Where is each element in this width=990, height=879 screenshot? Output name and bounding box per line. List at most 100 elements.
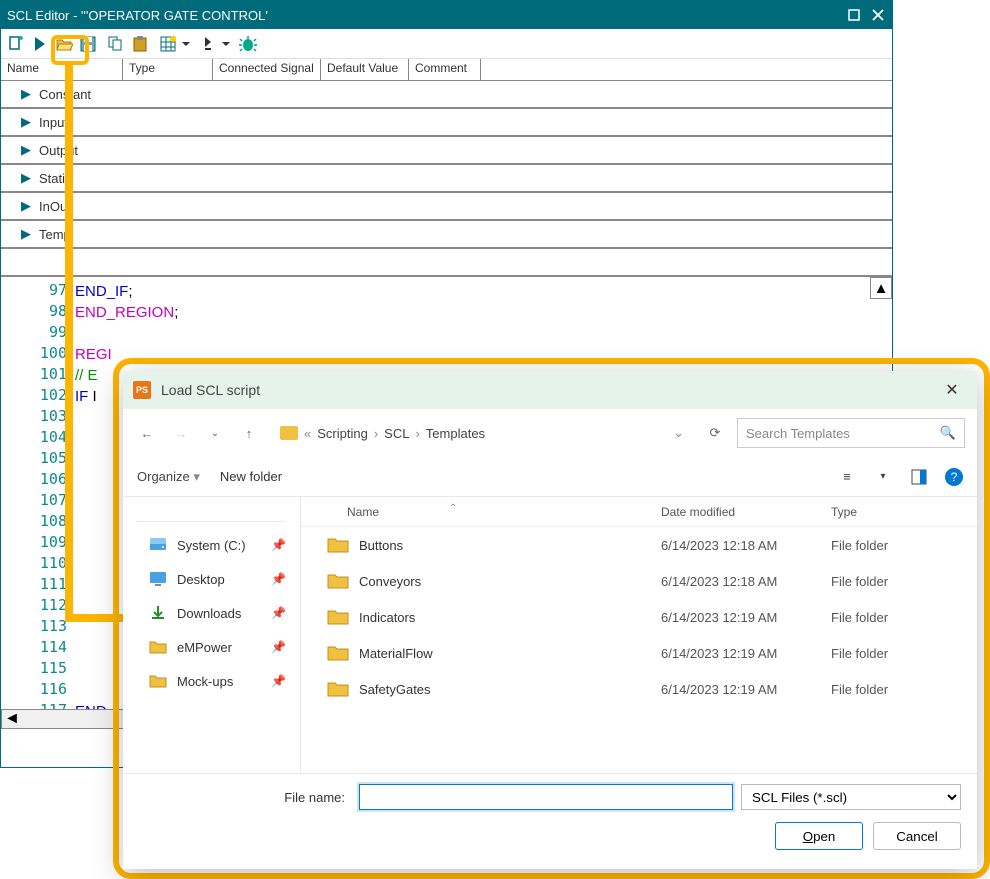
- folder-icon: [327, 536, 349, 554]
- paste-icon[interactable]: [129, 33, 151, 55]
- expand-icon[interactable]: ▶: [21, 142, 31, 158]
- breadcrumb-item[interactable]: Scripting: [317, 426, 368, 441]
- pin-icon[interactable]: 📌: [271, 606, 286, 620]
- pin-icon[interactable]: 📌: [271, 572, 286, 586]
- folder-icon: [327, 572, 349, 590]
- breadcrumb-item[interactable]: SCL: [384, 426, 409, 441]
- pin-icon[interactable]: 📌: [271, 538, 286, 552]
- file-type: File folder: [831, 538, 961, 553]
- dialog-toolbar: Organize New folder ≡ ▾ ?: [123, 457, 977, 497]
- open-button[interactable]: Open: [775, 822, 863, 850]
- expand-icon[interactable]: ▶: [21, 86, 31, 102]
- step-dropdown-icon[interactable]: [221, 33, 231, 55]
- blank-row: [1, 249, 892, 277]
- save-icon[interactable]: [77, 33, 99, 55]
- group-row[interactable]: ▶InOut: [1, 193, 892, 221]
- filetype-select[interactable]: SCL Files (*.scl): [741, 784, 961, 810]
- col-date[interactable]: Date modified: [661, 505, 831, 519]
- file-row[interactable]: Buttons6/14/2023 12:18 AMFile folder: [301, 527, 977, 563]
- folder-icon: [327, 644, 349, 662]
- maximize-button[interactable]: [846, 7, 862, 23]
- file-list: Name⌃ Date modified Type Buttons6/14/202…: [301, 497, 977, 773]
- file-row[interactable]: MaterialFlow6/14/2023 12:19 AMFile folde…: [301, 635, 977, 671]
- search-icon: 🔍: [940, 425, 956, 441]
- pin-icon[interactable]: 📌: [271, 674, 286, 688]
- col-name[interactable]: Name⌃: [317, 505, 661, 519]
- drive-icon: [149, 536, 167, 554]
- group-row[interactable]: ▶Temp: [1, 221, 892, 249]
- file-row[interactable]: Indicators6/14/2023 12:19 AMFile folder: [301, 599, 977, 635]
- debug-icon[interactable]: [237, 33, 259, 55]
- forward-button[interactable]: →: [169, 421, 193, 445]
- view-dropdown-icon[interactable]: ▾: [873, 467, 893, 487]
- folder-icon: [149, 638, 167, 656]
- view-list-icon[interactable]: ≡: [837, 467, 857, 487]
- sidebar-item[interactable]: Desktop📌: [123, 562, 300, 596]
- refresh-button[interactable]: ⟳: [703, 421, 727, 445]
- breadcrumb-item[interactable]: Templates: [426, 426, 485, 441]
- col-name[interactable]: Name: [1, 59, 123, 80]
- sidebar-item[interactable]: eMPower 📌: [123, 630, 300, 664]
- file-row[interactable]: Conveyors6/14/2023 12:18 AMFile folder: [301, 563, 977, 599]
- expand-icon[interactable]: ▶: [21, 226, 31, 242]
- expand-icon[interactable]: ▶: [21, 170, 31, 186]
- filename-input[interactable]: [359, 784, 733, 810]
- open-icon[interactable]: [53, 33, 75, 55]
- back-button[interactable]: ←: [135, 421, 159, 445]
- organize-button[interactable]: Organize: [137, 469, 200, 485]
- group-row[interactable]: ▶ Input: [1, 109, 892, 137]
- step-icon[interactable]: [197, 33, 219, 55]
- cancel-button[interactable]: Cancel: [873, 822, 961, 850]
- up-button[interactable]: ↑: [237, 421, 261, 445]
- search-input[interactable]: Search Templates 🔍: [737, 418, 965, 448]
- file-type: File folder: [831, 646, 961, 661]
- help-icon[interactable]: ?: [945, 468, 963, 486]
- file-name: SafetyGates: [359, 682, 661, 697]
- filename-label: File name:: [139, 790, 351, 805]
- file-type: File folder: [831, 610, 961, 625]
- breadcrumb[interactable]: « Scripting › SCL › Templates ⌄: [271, 420, 693, 446]
- sidebar-item[interactable]: System (C:)📌: [123, 528, 300, 562]
- sidebar-item[interactable]: Downloads 📌: [123, 596, 300, 630]
- group-row[interactable]: ▶Output: [1, 137, 892, 165]
- grid-dropdown-icon[interactable]: [181, 33, 191, 55]
- sidebar-item-label: eMPower: [177, 640, 232, 655]
- sidebar-item-label: Downloads: [177, 606, 241, 621]
- col-type[interactable]: Type: [123, 59, 213, 80]
- file-date: 6/14/2023 12:18 AM: [661, 538, 831, 553]
- copy-icon[interactable]: [105, 33, 127, 55]
- col-signal[interactable]: Connected Signal: [213, 59, 321, 80]
- file-row[interactable]: SafetyGates6/14/2023 12:19 AMFile folder: [301, 671, 977, 707]
- col-default[interactable]: Default Value: [321, 59, 409, 80]
- new-folder-button[interactable]: New folder: [220, 469, 282, 484]
- file-list-header: Name⌃ Date modified Type: [301, 497, 977, 527]
- dialog-close-button[interactable]: ✕: [937, 380, 967, 400]
- preview-pane-icon[interactable]: [909, 467, 929, 487]
- file-name: Conveyors: [359, 574, 661, 589]
- file-name: Buttons: [359, 538, 661, 553]
- run-icon[interactable]: [29, 33, 51, 55]
- group-label: Input: [39, 115, 68, 130]
- dialog-title: Load SCL script: [161, 382, 937, 398]
- sidebar-item-label: Mock-ups: [177, 674, 233, 689]
- group-row[interactable]: ▶Static: [1, 165, 892, 193]
- file-type: File folder: [831, 574, 961, 589]
- folder-icon: [327, 608, 349, 626]
- col-type[interactable]: Type: [831, 505, 961, 519]
- expand-icon[interactable]: ▶: [21, 114, 31, 130]
- col-comment[interactable]: Comment: [409, 59, 481, 80]
- recent-dropdown-icon[interactable]: ⌄: [203, 421, 227, 445]
- group-row[interactable]: ▶Constant: [1, 81, 892, 109]
- scroll-up-icon[interactable]: ▲: [870, 277, 892, 299]
- app-icon: PS: [133, 381, 151, 399]
- expand-icon[interactable]: ▶: [21, 198, 31, 214]
- new-icon[interactable]: [5, 33, 27, 55]
- titlebar: SCL Editor - '''OPERATOR GATE CONTROL': [1, 1, 892, 29]
- pin-icon[interactable]: 📌: [271, 640, 286, 654]
- line-gutter: 9798991001011021031041051061071081091101…: [1, 277, 75, 729]
- sidebar-item[interactable]: Mock-ups 📌: [123, 664, 300, 698]
- file-date: 6/14/2023 12:19 AM: [661, 682, 831, 697]
- close-button[interactable]: [870, 7, 886, 23]
- scroll-left-icon[interactable]: ◄: [2, 710, 22, 728]
- grid-icon[interactable]: [157, 33, 179, 55]
